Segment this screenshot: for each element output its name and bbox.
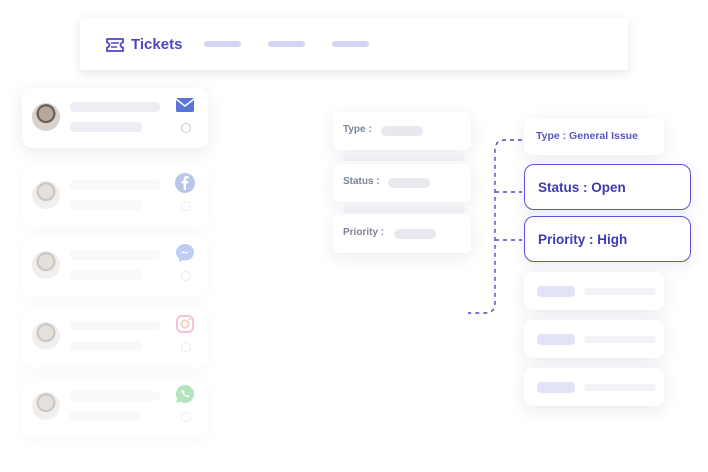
- placeholder-pill: [537, 286, 575, 297]
- ticket-priority-text: Priority : High: [538, 232, 628, 247]
- ticket-status-card[interactable]: Status : Open: [524, 164, 691, 210]
- placeholder-card[interactable]: [524, 272, 664, 310]
- placeholder-line: [584, 288, 656, 295]
- placeholder-pill: [537, 334, 575, 345]
- placeholder-line: [584, 336, 656, 343]
- ticket-type-text: Type : General Issue: [536, 130, 638, 142]
- placeholder-line: [584, 384, 656, 391]
- placeholder-card[interactable]: [524, 320, 664, 358]
- ticket-priority-card[interactable]: Priority : High: [524, 216, 691, 262]
- placeholder-card[interactable]: [524, 368, 664, 406]
- placeholder-pill: [537, 382, 575, 393]
- ticket-status-text: Status : Open: [538, 180, 626, 195]
- ticket-type-card[interactable]: Type : General Issue: [524, 118, 664, 155]
